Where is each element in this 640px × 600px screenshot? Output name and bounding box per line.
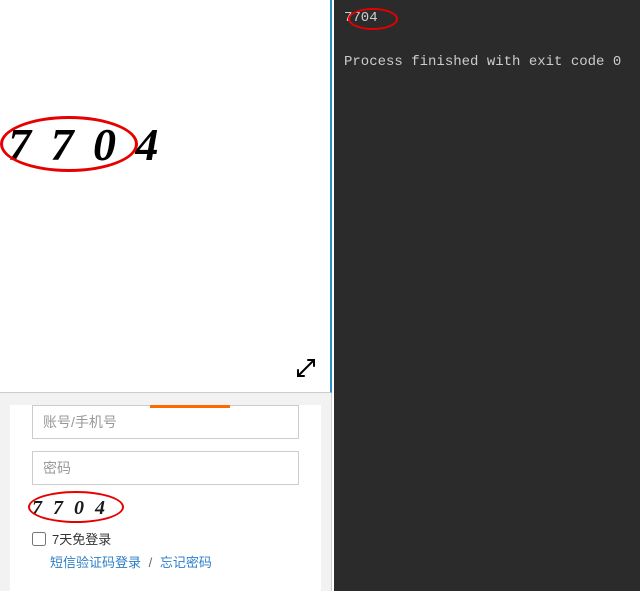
remember-row: 7天免登录: [32, 529, 299, 548]
remember-checkbox[interactable]: [32, 532, 46, 546]
active-tab-indicator: [150, 405, 230, 408]
account-placeholder-text: 账号/手机号: [43, 412, 117, 432]
captcha-small-text: 7 7 0 4: [32, 497, 108, 520]
remember-label: 7天免登录: [52, 529, 111, 548]
resize-handle-icon[interactable]: [294, 356, 318, 380]
login-form-card: 账号/手机号 密码 7 7 0 4 7天免登录 短信验证码登录 / 忘记密码: [10, 405, 321, 600]
captcha-image-row: 7 7 0 4: [32, 493, 299, 523]
captcha-large-text: 7 7 0 4: [8, 118, 163, 171]
console-output-value: 7704: [344, 8, 630, 28]
aux-links: 短信验证码登录 / 忘记密码: [50, 552, 299, 571]
link-separator: /: [149, 555, 153, 570]
image-preview-panel: 7 7 0 4: [0, 0, 332, 393]
sms-login-link[interactable]: 短信验证码登录: [50, 555, 141, 570]
console-blank-line: [344, 30, 630, 50]
forgot-password-link[interactable]: 忘记密码: [160, 555, 212, 570]
password-placeholder-text: 密码: [43, 458, 71, 478]
password-input[interactable]: 密码: [32, 451, 299, 485]
console-output-block: 7704: [344, 8, 630, 28]
account-input[interactable]: 账号/手机号: [32, 405, 299, 439]
console-exit-line: Process finished with exit code 0: [344, 52, 630, 72]
login-form-area: 账号/手机号 密码 7 7 0 4 7天免登录 短信验证码登录 / 忘记密码: [0, 393, 332, 591]
console-panel: 7704 Process finished with exit code 0: [334, 0, 640, 591]
